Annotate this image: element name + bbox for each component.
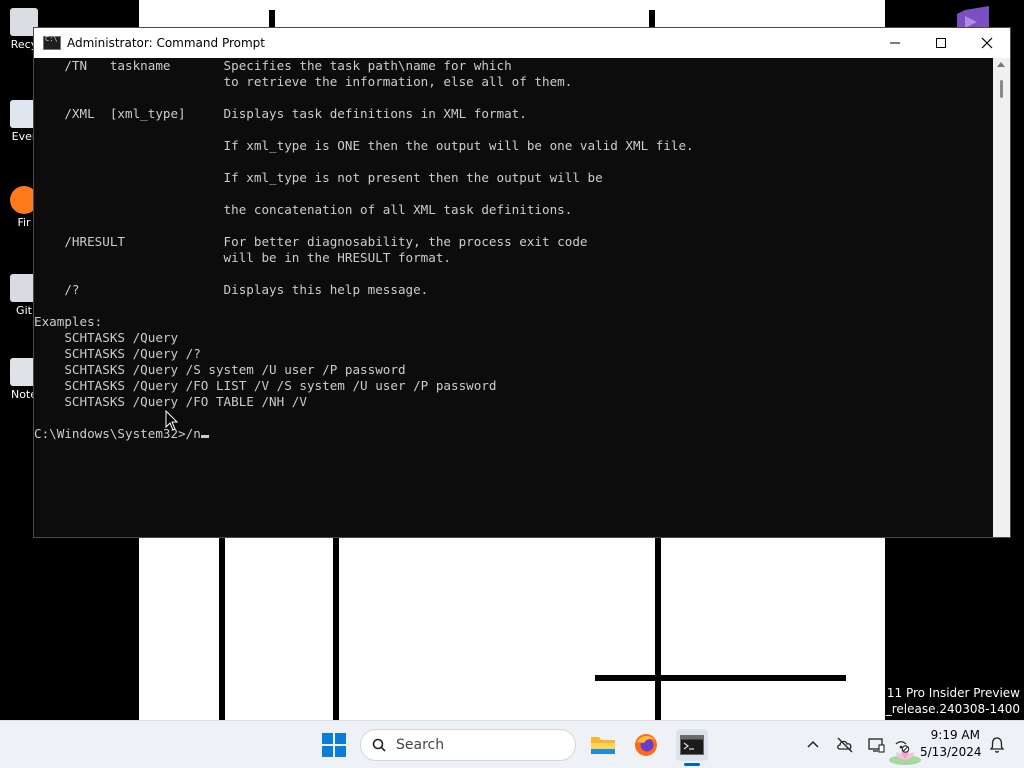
clock-time: 9:19 AM	[930, 728, 980, 742]
scroll-up-icon[interactable]	[997, 62, 1005, 67]
desktop-icon-label: Fir	[17, 216, 31, 229]
terminal-icon	[680, 735, 704, 755]
console-line: will be in the HRESULT format.	[34, 250, 452, 265]
taskbar-firefox[interactable]	[630, 729, 662, 761]
console-line: SCHTASKS /Query /S system /U user /P pas…	[34, 362, 406, 377]
watermark-line: ws 11 Pro Insider Preview	[866, 686, 1020, 700]
chevron-up-icon[interactable]	[804, 736, 822, 754]
console-output[interactable]: /TN taskname Specifies the task path\nam…	[34, 58, 994, 537]
console-line: If xml_type is ONE then the output will …	[34, 138, 694, 153]
wallpaper-line	[655, 538, 661, 720]
taskbar-command-prompt[interactable]	[676, 729, 708, 761]
watermark-line: 30.ge_release.240308-1400	[851, 702, 1020, 716]
taskbar-file-explorer[interactable]	[587, 729, 619, 761]
console-line: to retrieve the information, else all of…	[34, 74, 573, 89]
maximize-icon	[936, 38, 946, 48]
console-line: SCHTASKS /Query	[34, 330, 179, 345]
console-line: SCHTASKS /Query /?	[34, 346, 201, 361]
mouse-pointer-icon	[165, 410, 179, 431]
console-line: SCHTASKS /Query /FO TABLE /NH /V	[34, 394, 307, 409]
taskbar-clock[interactable]: 9:19 AM 5/13/2024	[920, 727, 982, 761]
close-button[interactable]	[964, 28, 1010, 58]
minimize-icon	[890, 42, 900, 44]
wallpaper-line	[595, 675, 846, 681]
text-cursor	[200, 435, 209, 438]
title-bar[interactable]: Administrator: Command Prompt	[34, 28, 1010, 58]
console-line: /XML [xml_type] Displays task definition…	[34, 106, 527, 121]
onedrive-icon[interactable]	[836, 736, 854, 754]
console-line: SCHTASKS /Query /FO LIST /V /S system /U…	[34, 378, 497, 393]
command-prompt-window[interactable]: Administrator: Command Prompt /TN taskna…	[33, 27, 1011, 538]
console-line: the concatenation of all XML task defini…	[34, 202, 573, 217]
start-icon[interactable]	[322, 733, 346, 757]
desktop-icon-label: Git	[16, 304, 32, 317]
windows-watermark: ws 11 Pro Insider Preview 30.ge_release.…	[852, 685, 1020, 717]
console-line: /HRESULT For better diagnosability, the …	[34, 234, 588, 249]
display-icon[interactable]	[867, 736, 885, 754]
clock-date: 5/13/2024	[920, 745, 982, 759]
wallpaper-line	[219, 538, 225, 720]
scrollbar-thumb[interactable]	[1000, 80, 1003, 98]
maximize-button[interactable]	[918, 28, 964, 58]
taskbar-search-box[interactable]: Search	[360, 729, 921, 765]
network-icon[interactable]	[893, 736, 911, 754]
console-text: /TN taskname Specifies the task path\nam…	[34, 58, 994, 426]
taskbar: Search 9:19 AM 5/13/2024	[0, 720, 1024, 768]
wallpaper-line	[333, 538, 339, 720]
console-line: If xml_type is not present then the outp…	[34, 170, 603, 185]
window-title: Administrator: Command Prompt	[67, 36, 265, 50]
vertical-scrollbar[interactable]	[993, 58, 1010, 537]
search-icon	[372, 738, 386, 752]
search-placeholder: Search	[396, 737, 445, 753]
console-line: /? Displays this help message.	[34, 282, 429, 297]
cmd-icon	[43, 35, 61, 50]
notification-bell-icon[interactable]	[988, 736, 1006, 754]
firefox-icon	[635, 734, 657, 756]
file-explorer-icon	[591, 737, 615, 754]
active-app-indicator	[684, 763, 700, 766]
console-line: Examples:	[34, 314, 103, 329]
close-icon	[981, 37, 993, 49]
console-line: /TN taskname Specifies the task path\nam…	[34, 58, 512, 73]
minimize-button[interactable]	[872, 28, 918, 58]
window-controls	[872, 28, 1010, 58]
